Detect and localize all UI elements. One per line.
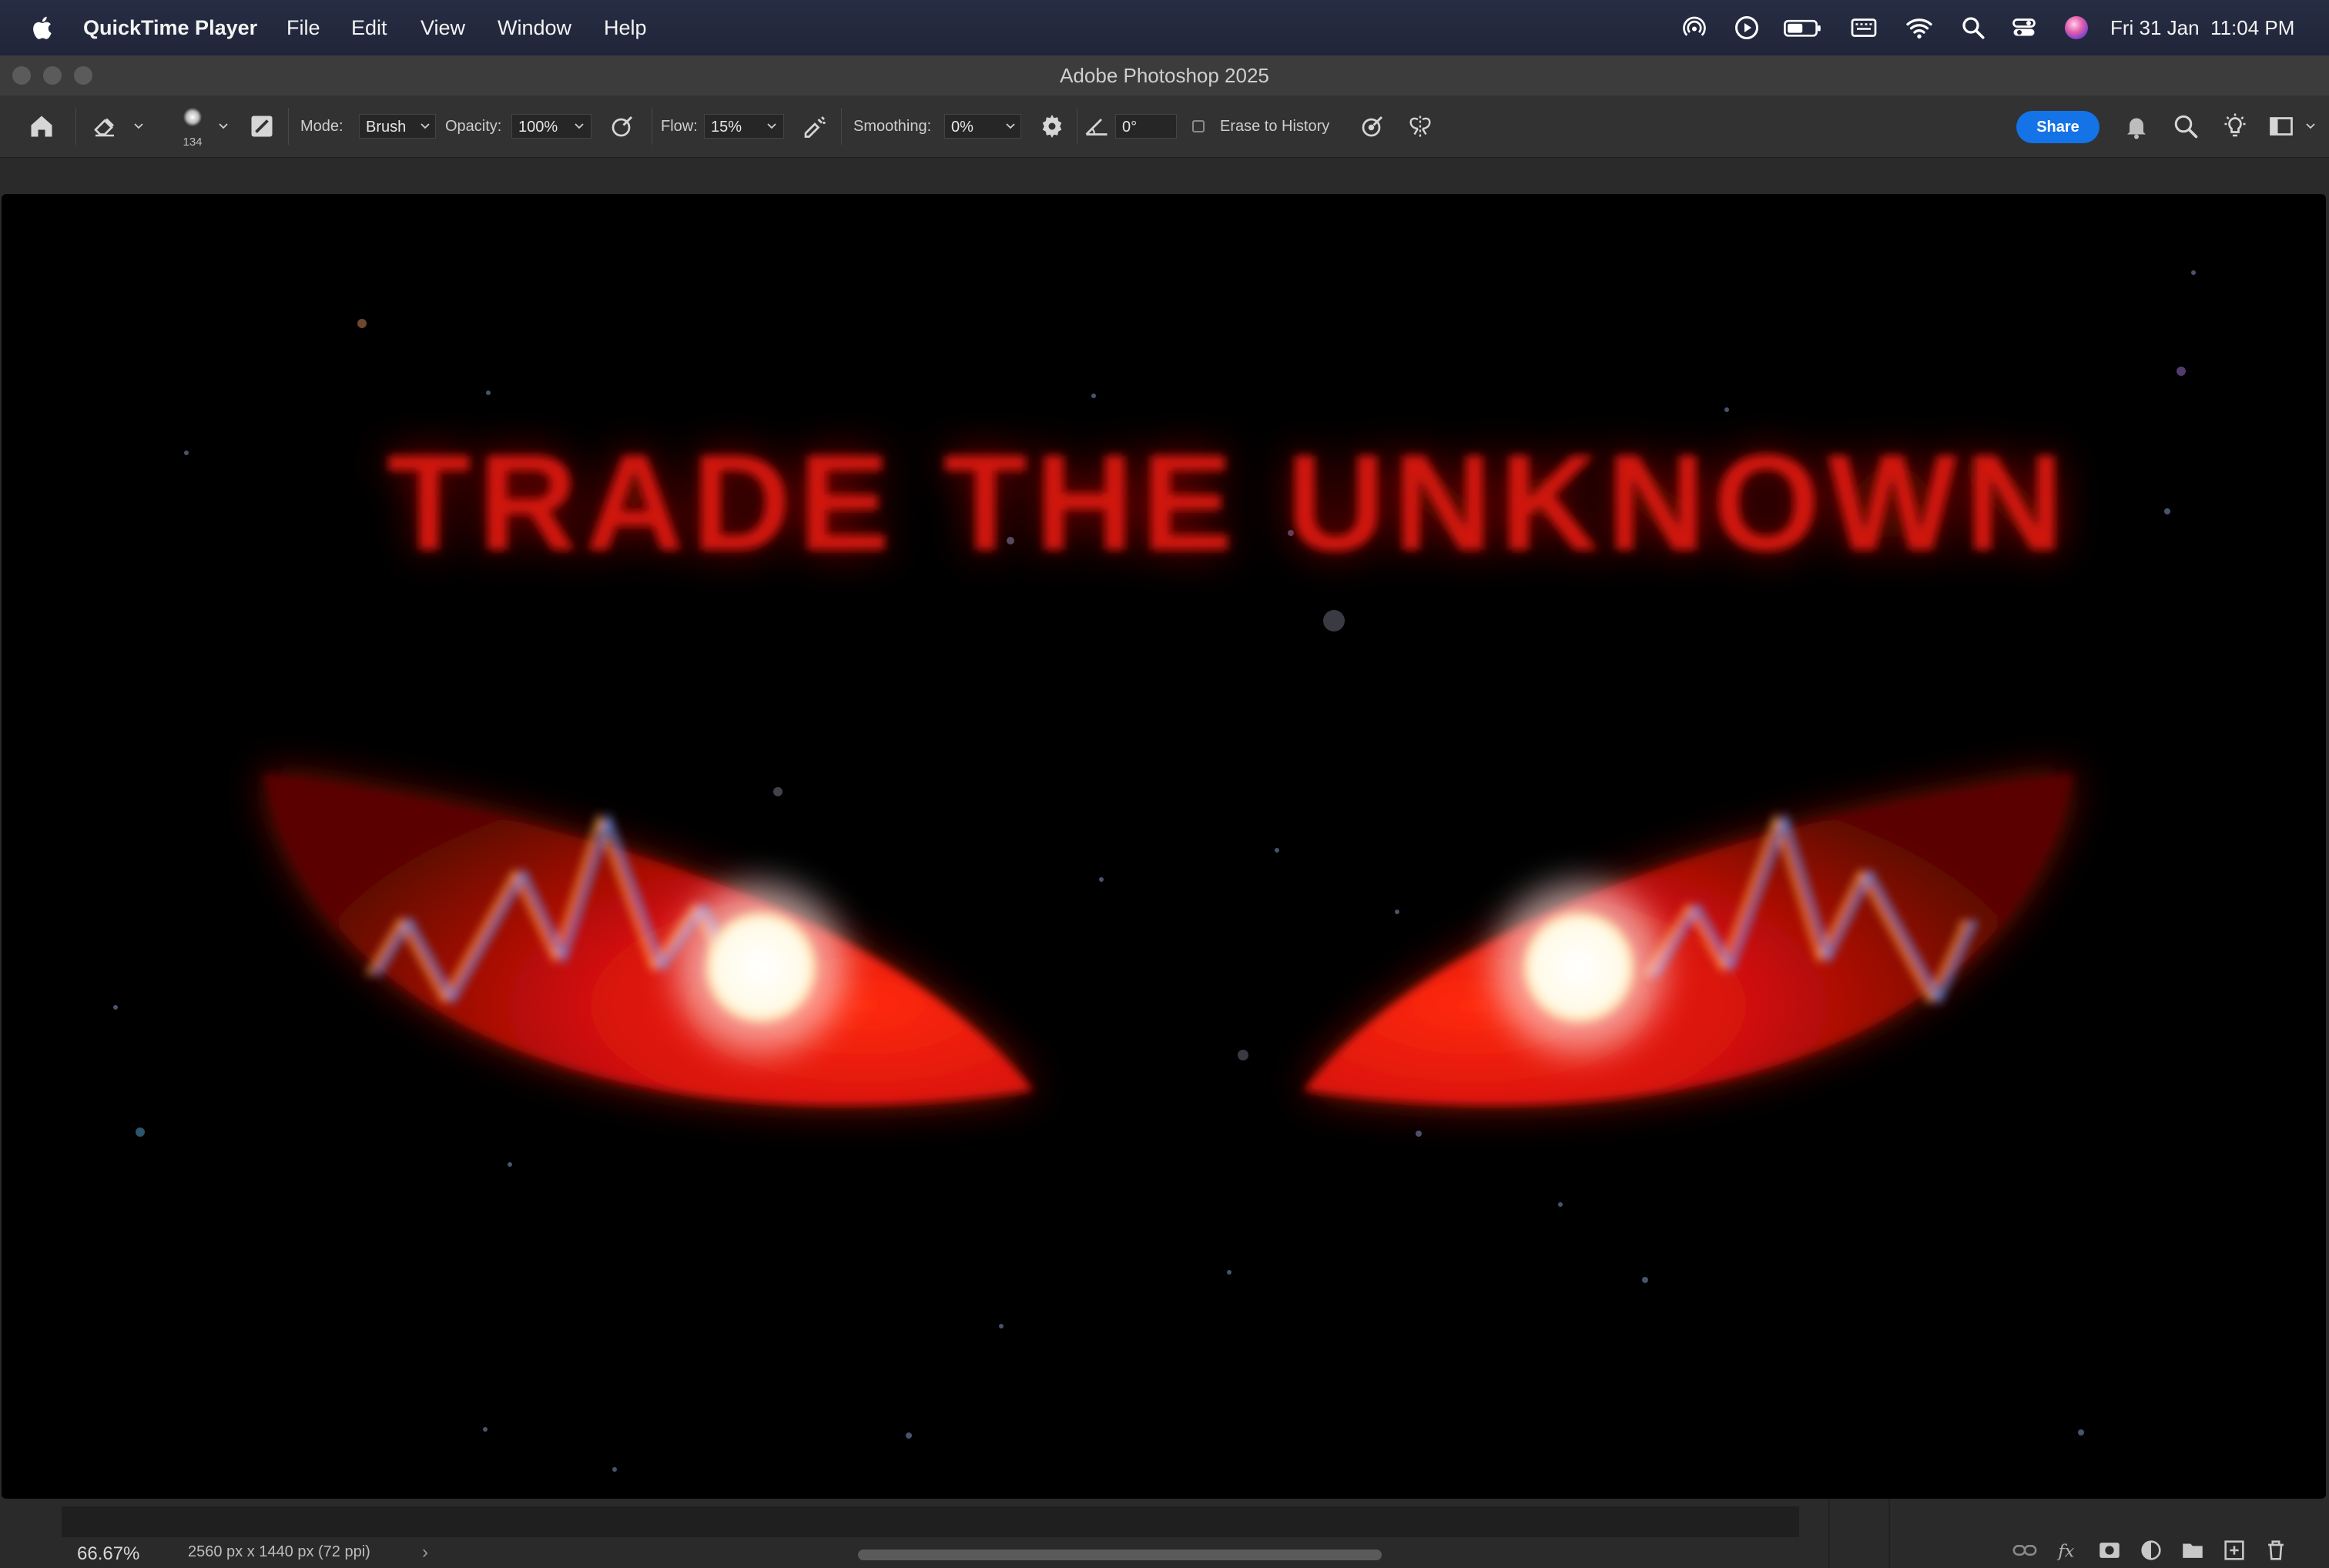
left-eye-shape [263, 773, 1034, 1105]
adjustment-icon[interactable] [2138, 1537, 2164, 1563]
zoom-level[interactable]: 66.67% [77, 1543, 139, 1565]
brush-settings-panel-icon[interactable] [248, 112, 276, 140]
mask-icon[interactable] [2096, 1537, 2123, 1563]
smoothing-label: Smoothing: [853, 118, 932, 135]
document-canvas[interactable]: TRADE THE UNKNOWN TRADE THE UNKNOWN [2, 194, 2326, 1499]
keyboard-icon[interactable] [1850, 14, 1878, 42]
document-size-info[interactable]: 2560 px x 1440 px (72 ppi) [188, 1543, 370, 1561]
link-icon[interactable] [2012, 1537, 2038, 1563]
options-separator [841, 108, 842, 145]
canvas-headline: TRADE THE UNKNOWN [387, 426, 2071, 579]
airdrop-icon[interactable] [1681, 14, 1708, 42]
share-button[interactable]: Share [2016, 111, 2099, 143]
symmetry-icon[interactable] [1406, 112, 1434, 140]
workspace-chevron-icon[interactable] [2304, 120, 2317, 132]
window-title: Adobe Photoshop 2025 [1060, 64, 1269, 87]
menu-edit[interactable]: Edit [351, 0, 387, 55]
mode-label: Mode: [300, 118, 343, 135]
options-separator [288, 108, 289, 145]
erase-to-history-label[interactable]: Erase to History [1220, 95, 1329, 157]
spotlight-icon[interactable] [1959, 14, 1987, 42]
photoshop-window: Adobe Photoshop 2025 134 Mode: Brush Opa… [0, 55, 2329, 1568]
bell-icon[interactable] [2123, 112, 2150, 140]
left-pupil [705, 912, 816, 1023]
tool-options-bar: 134 Mode: Brush Opacity: 100% Flow: 15% … [0, 95, 2329, 158]
svg-text:fx: fx [2056, 1542, 2074, 1562]
window-title-bar: Adobe Photoshop 2025 [0, 55, 2329, 96]
status-area: 66.67% 2560 px x 1440 px (72 ppi) › fx [0, 1499, 2329, 1568]
canvas-artwork: TRADE THE UNKNOWN TRADE THE UNKNOWN [113, 270, 2196, 1472]
siri-icon[interactable] [2063, 14, 2090, 42]
opacity-chevron-icon[interactable] [573, 120, 585, 132]
search-icon[interactable] [2172, 112, 2200, 140]
trash-icon[interactable] [2263, 1537, 2289, 1563]
wifi-icon[interactable] [1905, 14, 1933, 42]
control-center-icon[interactable] [2010, 14, 2038, 42]
angle-icon [1085, 119, 1108, 136]
menu-bar: QuickTime Player File Edit View Window H… [0, 0, 2329, 55]
right-pupil [1523, 912, 1634, 1023]
menu-file[interactable]: File [287, 0, 320, 55]
app-menu-quicktime[interactable]: QuickTime Player [83, 0, 257, 55]
new-layer-icon[interactable] [2221, 1537, 2247, 1563]
brush-size-value: 134 [183, 136, 203, 149]
brush-preview-icon [183, 108, 202, 126]
brush-preset-picker[interactable]: 134 [174, 105, 211, 151]
home-icon[interactable] [28, 112, 55, 140]
battery-icon[interactable] [1784, 14, 1822, 42]
opacity-label: Opacity: [445, 118, 502, 135]
tool-preset-chevron-icon[interactable] [132, 120, 145, 132]
menu-window[interactable]: Window [498, 0, 571, 55]
angle-input[interactable]: 0° [1115, 114, 1177, 139]
settings-gear-icon[interactable] [1038, 112, 1066, 140]
erase-to-history-checkbox[interactable] [1192, 120, 1205, 132]
folder-icon[interactable] [2180, 1537, 2206, 1563]
menu-view[interactable]: View [421, 0, 465, 55]
menubar-clock[interactable]: Fri 31 Jan 11:04 PM [2110, 0, 2294, 55]
mode-chevron-icon[interactable] [419, 120, 431, 132]
horizontal-scrollbar[interactable] [858, 1550, 1382, 1560]
airbrush-icon[interactable] [801, 112, 829, 140]
options-separator [75, 108, 76, 145]
flow-chevron-icon[interactable] [766, 120, 778, 132]
status-menu-arrow[interactable]: › [422, 1542, 428, 1563]
panel-divider [1888, 1499, 1890, 1568]
pressure-opacity-icon[interactable] [608, 112, 636, 140]
fx-icon[interactable]: fx [2055, 1537, 2081, 1563]
smoothing-chevron-icon[interactable] [1004, 120, 1017, 132]
timeline-strip [62, 1506, 1799, 1537]
workspace-icon[interactable] [2267, 112, 2295, 140]
play-icon[interactable] [1733, 14, 1761, 42]
eraser-icon[interactable] [91, 112, 119, 140]
panel-divider [1828, 1499, 1830, 1568]
apple-logo-icon[interactable] [29, 14, 57, 42]
flow-label: Flow: [661, 118, 698, 135]
menu-help[interactable]: Help [604, 0, 647, 55]
brush-picker-chevron-icon[interactable] [217, 120, 230, 132]
lightbulb-icon[interactable] [2221, 112, 2249, 140]
pressure-size-icon[interactable] [1359, 112, 1386, 140]
